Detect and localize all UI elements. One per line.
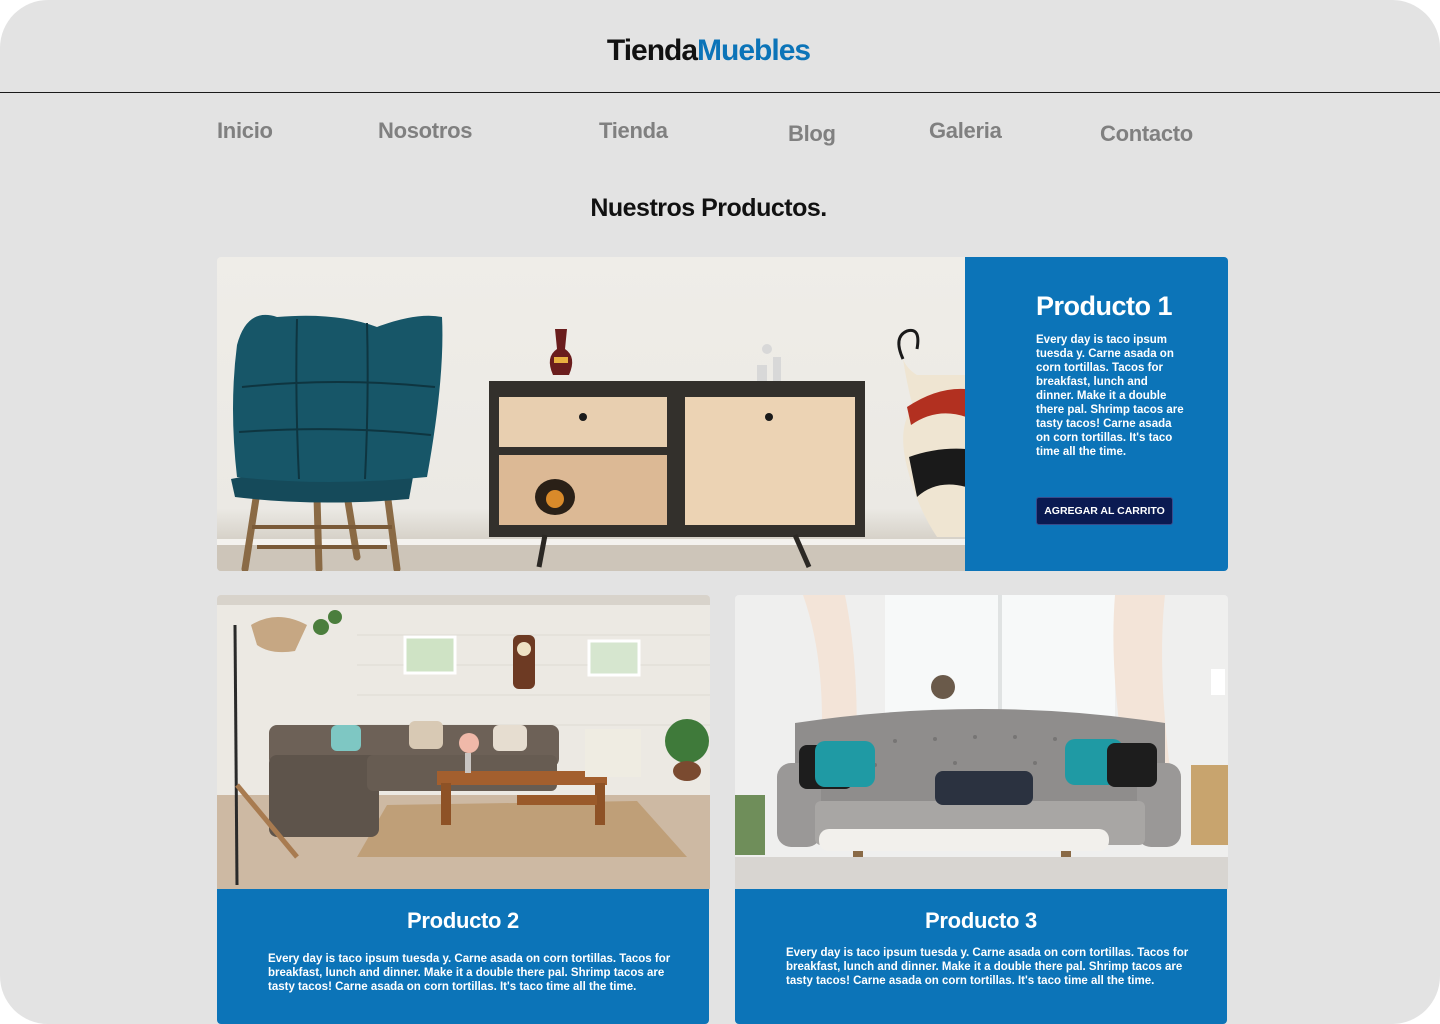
product-2-title: Producto 2 bbox=[407, 908, 519, 933]
add-to-cart-button[interactable]: AGREGAR AL CARRITO bbox=[1036, 497, 1173, 525]
product-3-image[interactable] bbox=[735, 595, 1228, 889]
product-2-description: Every day is taco ipsum tuesda y. Carne … bbox=[268, 953, 671, 993]
nav-item-galeria[interactable]: Galeria bbox=[929, 118, 1002, 144]
section-title: Nuestros Productos. bbox=[590, 194, 827, 222]
product-2-photo bbox=[217, 595, 710, 889]
nav-item-inicio[interactable]: Inicio bbox=[217, 118, 273, 144]
nav-item-contacto[interactable]: Contacto bbox=[1100, 121, 1193, 147]
site-logo[interactable]: TiendaMuebles bbox=[0, 34, 1417, 68]
product-3-description: Every day is taco ipsum tuesda y. Carne … bbox=[786, 947, 1189, 987]
nav-item-blog[interactable]: Blog bbox=[788, 121, 836, 147]
logo-text-primary: Tienda bbox=[606, 34, 698, 67]
product-3-title: Producto 3 bbox=[925, 908, 1037, 933]
product-1-panel: Producto 1 Every day is taco ipsum tuesd… bbox=[965, 257, 1228, 571]
product-3-photo bbox=[735, 595, 1228, 889]
nav-item-nosotros[interactable]: Nosotros bbox=[378, 118, 472, 144]
nav-item-tienda[interactable]: Tienda bbox=[599, 118, 668, 144]
product-2-panel: Producto 2 Every day is taco ipsum tuesd… bbox=[217, 889, 709, 1024]
site-header: TiendaMuebles bbox=[0, 0, 1440, 93]
product-2-image[interactable] bbox=[217, 595, 710, 889]
product-1-photo bbox=[217, 314, 966, 571]
product-1-description: Every day is taco ipsum tuesda y. Carne … bbox=[1036, 334, 1184, 458]
product-1-title: Producto 1 bbox=[1036, 291, 1173, 321]
product-3-panel: Producto 3 Every day is taco ipsum tuesd… bbox=[735, 889, 1227, 1024]
page-frame: TiendaMuebles Inicio Nosotros Tienda Blo… bbox=[0, 0, 1440, 1024]
logo-text-accent: Muebles bbox=[697, 34, 811, 67]
product-1-image[interactable] bbox=[217, 257, 966, 571]
